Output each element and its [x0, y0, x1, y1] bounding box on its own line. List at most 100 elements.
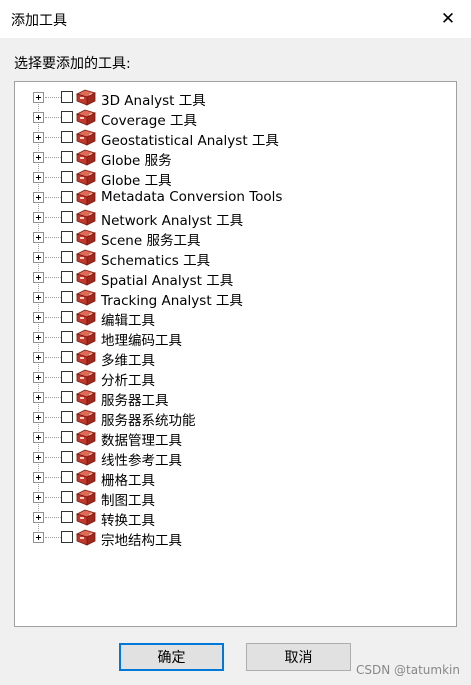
toolbox-icon: [75, 208, 97, 226]
tree-item-checkbox[interactable]: [61, 411, 73, 423]
expand-icon[interactable]: [33, 232, 44, 243]
tree-item-checkbox[interactable]: [61, 131, 73, 143]
expand-icon[interactable]: [33, 352, 44, 363]
expand-icon[interactable]: [33, 292, 44, 303]
expand-icon[interactable]: [33, 372, 44, 383]
tree-item-checkbox[interactable]: [61, 471, 73, 483]
tree-connector-dots: [45, 197, 61, 198]
tree-item[interactable]: 宗地结构工具: [15, 527, 456, 549]
tree-item[interactable]: Schematics 工具: [15, 247, 456, 269]
toolbox-icon: [75, 268, 97, 286]
tree-item-label: 地理编码工具: [101, 333, 182, 349]
toolbox-icon: [75, 348, 97, 366]
expand-icon[interactable]: [33, 92, 44, 103]
tree-item[interactable]: 分析工具: [15, 367, 456, 389]
tree-item-checkbox[interactable]: [61, 271, 73, 283]
toolbox-icon: [75, 188, 97, 206]
expand-icon[interactable]: [33, 532, 44, 543]
tree-item-checkbox[interactable]: [61, 211, 73, 223]
tree-item[interactable]: Globe 服务: [15, 147, 456, 169]
tree-connector-dots: [45, 377, 61, 378]
tree-item[interactable]: Geostatistical Analyst 工具: [15, 127, 456, 149]
tree-item[interactable]: 编辑工具: [15, 307, 456, 329]
tree-item-checkbox[interactable]: [61, 291, 73, 303]
expand-icon[interactable]: [33, 172, 44, 183]
tree-item[interactable]: Scene 服务工具: [15, 227, 456, 249]
tree-item-checkbox[interactable]: [61, 311, 73, 323]
tree-item[interactable]: Metadata Conversion Tools: [15, 187, 456, 207]
toolbox-icon: [75, 408, 97, 426]
tree-item[interactable]: 服务器工具: [15, 387, 456, 409]
tree-item-checkbox[interactable]: [61, 151, 73, 163]
ok-button[interactable]: 确定: [119, 643, 224, 671]
tree-item[interactable]: Network Analyst 工具: [15, 207, 456, 229]
cancel-button[interactable]: 取消: [246, 643, 351, 671]
tree-item[interactable]: Globe 工具: [15, 167, 456, 189]
tree-item[interactable]: 转换工具: [15, 507, 456, 529]
expand-icon[interactable]: [33, 392, 44, 403]
tree-item[interactable]: Coverage 工具: [15, 107, 456, 129]
tree-item-label: 转换工具: [101, 513, 155, 529]
tree-item-checkbox[interactable]: [61, 171, 73, 183]
expand-icon[interactable]: [33, 192, 44, 203]
tree-connector-dots: [45, 277, 61, 278]
tree-item-checkbox[interactable]: [61, 451, 73, 463]
tree-item-checkbox[interactable]: [61, 511, 73, 523]
tree-item[interactable]: 服务器系统功能: [15, 407, 456, 429]
expand-icon[interactable]: [33, 472, 44, 483]
tree-item[interactable]: 地理编码工具: [15, 327, 456, 349]
toolbox-icon: [75, 108, 97, 126]
tree-item-label: 编辑工具: [101, 313, 155, 329]
expand-icon[interactable]: [33, 132, 44, 143]
tool-tree[interactable]: 3D Analyst 工具 Coverage 工具 Geostatistical A…: [14, 81, 457, 627]
tree-item[interactable]: 数据管理工具: [15, 427, 456, 449]
toolbox-icon: [75, 168, 97, 186]
tree-item-checkbox[interactable]: [61, 491, 73, 503]
expand-icon[interactable]: [33, 272, 44, 283]
expand-icon[interactable]: [33, 252, 44, 263]
tree-item-label: Globe 服务: [101, 153, 172, 169]
expand-icon[interactable]: [33, 212, 44, 223]
tree-item-label: Scene 服务工具: [101, 233, 201, 249]
expand-icon[interactable]: [33, 332, 44, 343]
tree-item[interactable]: Spatial Analyst 工具: [15, 267, 456, 289]
tree-item[interactable]: 线性参考工具: [15, 447, 456, 469]
tree-item-checkbox[interactable]: [61, 191, 73, 203]
expand-icon[interactable]: [33, 412, 44, 423]
expand-icon[interactable]: [33, 432, 44, 443]
tree-item-checkbox[interactable]: [61, 231, 73, 243]
expand-icon[interactable]: [33, 452, 44, 463]
expand-icon[interactable]: [33, 312, 44, 323]
tree-connector-dots: [45, 417, 61, 418]
watermark: CSDN @tatumkin: [356, 663, 460, 677]
tree-item-checkbox[interactable]: [61, 371, 73, 383]
expand-icon[interactable]: [33, 512, 44, 523]
expand-icon[interactable]: [33, 152, 44, 163]
tree-item[interactable]: 制图工具: [15, 487, 456, 509]
tree-item[interactable]: 3D Analyst 工具: [15, 87, 456, 109]
tree-item-label: Network Analyst 工具: [101, 213, 244, 229]
tree-item-label: Metadata Conversion Tools: [101, 189, 283, 205]
tree-item-checkbox[interactable]: [61, 91, 73, 103]
tree-item-label: 服务器工具: [101, 393, 169, 409]
toolbox-icon: [75, 308, 97, 326]
tree-item-checkbox[interactable]: [61, 251, 73, 263]
tree-item[interactable]: 多维工具: [15, 347, 456, 369]
expand-icon[interactable]: [33, 112, 44, 123]
tree-item[interactable]: 栅格工具: [15, 467, 456, 489]
prompt-label: 选择要添加的工具:: [14, 56, 131, 72]
tree-item-checkbox[interactable]: [61, 331, 73, 343]
tree-connector-dots: [45, 237, 61, 238]
tree-item-checkbox[interactable]: [61, 351, 73, 363]
toolbox-icon: [75, 228, 97, 246]
tree-item[interactable]: Tracking Analyst 工具: [15, 287, 456, 309]
toolbox-icon: [75, 528, 97, 546]
expand-icon[interactable]: [33, 492, 44, 503]
tree-connector-dots: [45, 177, 61, 178]
tree-item-checkbox[interactable]: [61, 431, 73, 443]
tree-item-checkbox[interactable]: [61, 111, 73, 123]
toolbox-icon: [75, 288, 97, 306]
tree-item-checkbox[interactable]: [61, 531, 73, 543]
close-button[interactable]: ✕: [425, 0, 471, 38]
tree-item-checkbox[interactable]: [61, 391, 73, 403]
